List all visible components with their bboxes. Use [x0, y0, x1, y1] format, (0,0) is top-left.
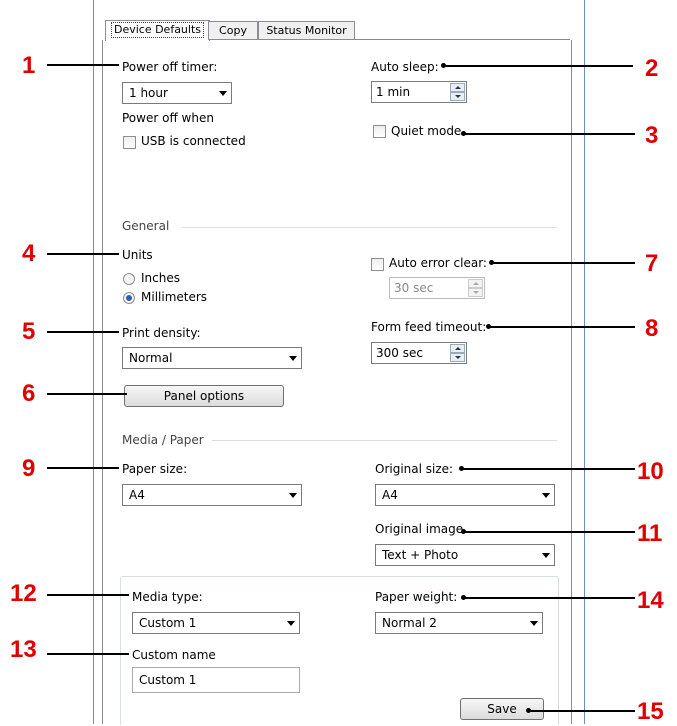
- callout-line-4: [47, 253, 119, 255]
- power-off-timer-value: 1 hour: [129, 86, 168, 100]
- usb-connected-label: USB is connected: [141, 134, 246, 148]
- paper-weight-dropdown[interactable]: Normal 2: [375, 612, 543, 634]
- millimeters-radio[interactable]: [123, 292, 135, 304]
- callout-line-9: [47, 467, 119, 469]
- chevron-down-icon: [530, 621, 538, 626]
- tab-copy[interactable]: Copy: [208, 21, 258, 40]
- form-feed-timeout-value: 300 sec: [376, 346, 423, 360]
- callout-6: 6: [22, 380, 36, 407]
- print-density-value: Normal: [129, 351, 173, 365]
- auto-sleep-spinner[interactable]: 1 min: [371, 81, 467, 103]
- power-off-timer-dropdown[interactable]: 1 hour: [122, 82, 232, 104]
- callout-line-13: [47, 653, 129, 655]
- tab-strip-line: [208, 39, 570, 40]
- chevron-down-icon: [542, 493, 550, 498]
- window-frame-right: [584, 0, 585, 724]
- form-feed-timeout-spinner[interactable]: 300 sec: [371, 342, 467, 364]
- print-density-dropdown[interactable]: Normal: [122, 347, 302, 369]
- original-image-value: Text + Photo: [382, 548, 459, 562]
- original-image-label: Original image: [375, 522, 464, 536]
- original-size-label: Original size:: [375, 462, 454, 476]
- callout-3: 3: [645, 122, 659, 149]
- general-divider: [182, 227, 557, 228]
- auto-error-clear-checkbox[interactable]: [371, 258, 384, 271]
- tab-device-defaults[interactable]: Device Defaults: [105, 20, 210, 41]
- chevron-down-icon: [219, 91, 227, 96]
- paper-weight-value: Normal 2: [382, 616, 437, 630]
- spin-down-icon[interactable]: [450, 353, 465, 362]
- callout-12: 12: [10, 580, 37, 607]
- callout-line-1: [47, 64, 119, 66]
- quiet-mode-label: Quiet mode: [391, 124, 462, 138]
- window-frame-left: [93, 0, 94, 724]
- inches-label: Inches: [141, 271, 180, 285]
- print-density-label: Print density:: [122, 326, 201, 340]
- tab-status-monitor[interactable]: Status Monitor: [258, 21, 355, 40]
- paper-size-value: A4: [129, 488, 145, 502]
- paper-size-label: Paper size:: [122, 462, 188, 476]
- spin-down-icon[interactable]: [450, 92, 465, 101]
- callout-1: 1: [22, 52, 36, 79]
- callout-11: 11: [637, 520, 663, 547]
- paper-weight-label: Paper weight:: [375, 590, 458, 604]
- callout-line-10: [461, 468, 635, 470]
- panel-options-button[interactable]: Panel options: [124, 385, 284, 407]
- callout-13: 13: [10, 636, 37, 663]
- original-image-dropdown[interactable]: Text + Photo: [375, 544, 555, 566]
- media-type-dropdown[interactable]: Custom 1: [132, 612, 300, 634]
- spin-up-icon[interactable]: [450, 83, 465, 92]
- units-label: Units: [122, 248, 153, 262]
- custom-name-label: Custom name: [132, 648, 216, 662]
- custom-name-value: Custom 1: [139, 673, 197, 687]
- chevron-down-icon: [289, 356, 297, 361]
- custom-name-input[interactable]: Custom 1: [132, 667, 300, 693]
- chevron-down-icon: [287, 621, 295, 626]
- original-size-dropdown[interactable]: A4: [375, 484, 555, 506]
- callout-line-14: [463, 597, 635, 599]
- usb-connected-checkbox[interactable]: [123, 136, 136, 149]
- media-type-value: Custom 1: [139, 616, 197, 630]
- power-off-timer-label: Power off timer:: [122, 60, 218, 74]
- original-size-value: A4: [382, 488, 398, 502]
- media-type-label: Media type:: [132, 590, 203, 604]
- callout-10: 10: [637, 458, 664, 485]
- general-group-label: General: [122, 219, 170, 233]
- media-paper-group-label: Media / Paper: [122, 433, 204, 447]
- auto-error-clear-spinner[interactable]: 30 sec: [389, 277, 485, 299]
- auto-error-clear-value: 30 sec: [394, 281, 434, 295]
- auto-sleep-value: 1 min: [376, 85, 411, 99]
- paper-size-dropdown[interactable]: A4: [122, 484, 302, 506]
- inches-radio[interactable]: [123, 273, 135, 285]
- callout-2: 2: [645, 55, 659, 82]
- callout-line-8: [488, 326, 635, 328]
- callout-8: 8: [645, 315, 659, 342]
- callout-line-15: [528, 710, 635, 712]
- form-feed-timeout-label: Form feed timeout:: [371, 320, 487, 334]
- media-paper-divider: [212, 440, 557, 441]
- quiet-mode-checkbox[interactable]: [373, 125, 386, 138]
- callout-4: 4: [22, 240, 36, 267]
- callout-14: 14: [637, 587, 664, 614]
- spin-up-icon[interactable]: [468, 279, 483, 288]
- callout-9: 9: [22, 455, 36, 482]
- callout-line-6: [47, 393, 127, 395]
- auto-sleep-label: Auto sleep:: [371, 60, 439, 74]
- callout-line-5: [47, 331, 119, 333]
- callout-line-2: [443, 65, 633, 67]
- millimeters-label: Millimeters: [141, 290, 208, 304]
- callout-line-7: [491, 262, 635, 264]
- save-button[interactable]: Save: [460, 698, 544, 720]
- auto-error-clear-label: Auto error clear:: [389, 256, 487, 270]
- power-off-when-label: Power off when: [122, 111, 214, 125]
- chevron-down-icon: [542, 553, 550, 558]
- callout-5: 5: [22, 318, 36, 345]
- callout-line-11: [463, 531, 635, 533]
- spin-up-icon[interactable]: [450, 344, 465, 353]
- callout-15: 15: [637, 698, 664, 725]
- spin-down-icon[interactable]: [468, 288, 483, 297]
- callout-line-3: [463, 133, 635, 135]
- chevron-down-icon: [289, 493, 297, 498]
- callout-7: 7: [645, 250, 659, 277]
- callout-line-12: [47, 594, 129, 596]
